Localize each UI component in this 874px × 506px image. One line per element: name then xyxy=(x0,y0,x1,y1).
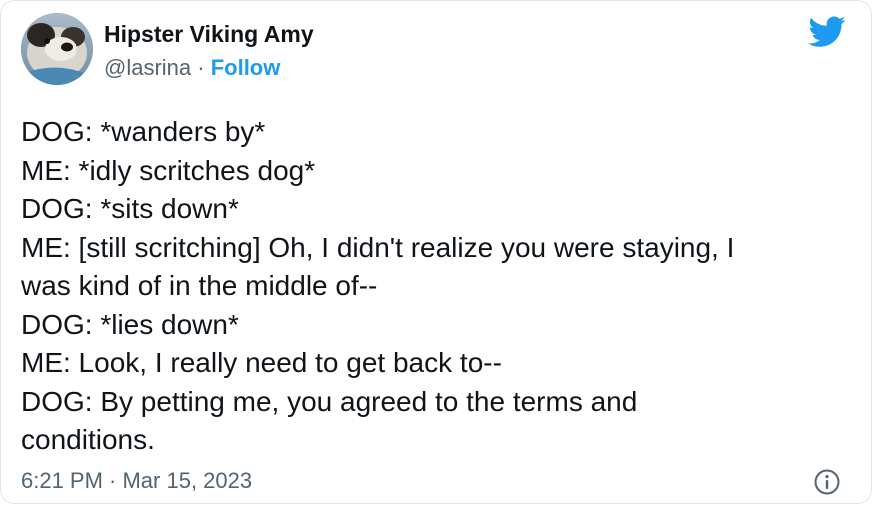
tweet-line: DOG: By petting me, you agreed to the te… xyxy=(21,385,638,417)
author-display-name[interactable]: Hipster Viking Amy xyxy=(104,21,314,48)
author-handle-line: @lasrina · Follow xyxy=(104,55,280,81)
tweet-line: ME: Look, I really need to get back to-- xyxy=(21,347,502,378)
tweet-text: DOG: *wanders by* ME: *idly scritches do… xyxy=(21,113,851,460)
tweet-line: DOG: *wanders by* xyxy=(21,116,266,147)
author-handle[interactable]: @lasrina xyxy=(104,55,191,80)
tweet-line: DOG: *lies down* xyxy=(21,308,239,340)
tweet-card: Hipster Viking Amy @lasrina · Follow DOG… xyxy=(0,0,872,504)
tweet-line: ME: *idly scritches dog* xyxy=(21,154,316,186)
tweet-line: ME: [still scritching] Oh, I didn't real… xyxy=(21,231,735,263)
handle-separator: · xyxy=(191,55,211,80)
tweet-line: DOG: *sits down* xyxy=(21,193,239,224)
tweet-line: was kind of in the middle of-- xyxy=(21,270,378,301)
tweet-timestamp[interactable]: 6:21 PM · Mar 15, 2023 xyxy=(21,468,252,494)
tweet-line: conditions. xyxy=(21,424,155,455)
avatar[interactable] xyxy=(21,13,93,85)
follow-button[interactable]: Follow xyxy=(211,55,281,80)
twitter-bird-icon[interactable] xyxy=(808,16,846,48)
avatar-dog-image xyxy=(21,13,93,85)
info-icon[interactable] xyxy=(813,468,841,496)
